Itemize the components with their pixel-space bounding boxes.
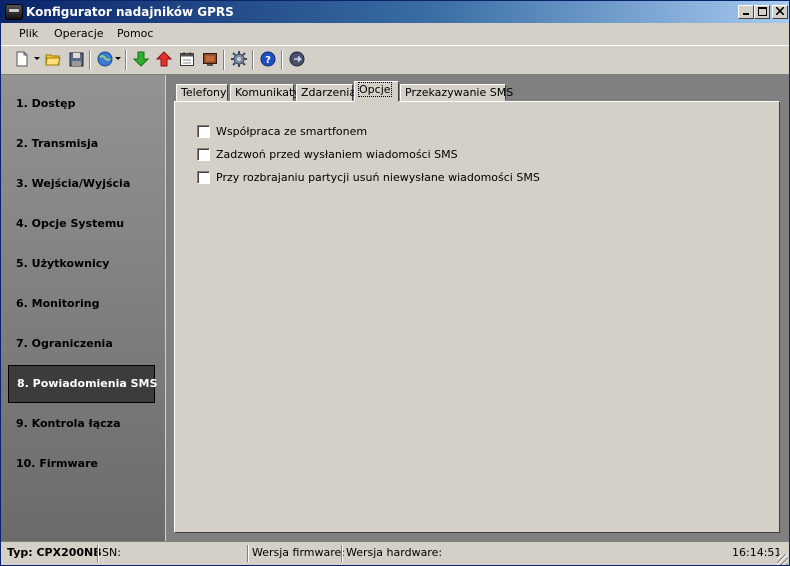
minimize-button[interactable] bbox=[738, 5, 754, 19]
option-label: Zadzwoń przed wysłaniem wiadomości SMS bbox=[216, 148, 458, 161]
status-divider bbox=[247, 545, 249, 562]
calendar-icon[interactable] bbox=[178, 50, 196, 68]
toolbar-separator bbox=[125, 50, 127, 70]
window-title: Konfigurator nadajników GPRS bbox=[26, 5, 234, 19]
tab-label: Telefony bbox=[181, 86, 227, 99]
clock: 16:14:51 bbox=[732, 546, 782, 559]
menu-bar: Plik Operacje Pomoc bbox=[1, 24, 789, 43]
minimize-icon bbox=[743, 13, 749, 15]
sidebar-item-uzytkownicy[interactable]: 5. Użytkownicy bbox=[8, 245, 155, 283]
toolbar-separator bbox=[89, 50, 91, 70]
sidebar-item-powiadomienia-sms[interactable]: 8. Powiadomienia SMS bbox=[8, 365, 157, 403]
sidebar-item-dostep[interactable]: 1. Dostęp bbox=[8, 85, 155, 123]
content-area: Telefony Komunikaty Zdarzenia Opcje Prze… bbox=[166, 75, 789, 541]
toolbar: ? bbox=[1, 45, 789, 75]
sidebar-item-kontrola-lacza[interactable]: 9. Kontrola łącza bbox=[8, 405, 155, 443]
sidebar-item-firmware[interactable]: 10. Firmware bbox=[8, 445, 155, 483]
toolbar-separator bbox=[252, 50, 254, 70]
tab-label: Komunikaty bbox=[235, 86, 300, 99]
tab-label: Zdarzenia bbox=[301, 86, 357, 99]
new-dropdown-arrow-icon[interactable] bbox=[34, 57, 40, 60]
option-label: Współpraca ze smartfonem bbox=[216, 125, 368, 138]
toolbar-separator bbox=[223, 50, 225, 70]
close-button[interactable] bbox=[772, 5, 788, 19]
option-label: Przy rozbrajaniu partycji usuń niewysłan… bbox=[216, 171, 540, 184]
tab-przekazywanie-sms[interactable]: Przekazywanie SMS bbox=[400, 84, 513, 101]
device-type: Typ: CPX200NB bbox=[7, 546, 102, 559]
checkbox[interactable] bbox=[197, 171, 210, 184]
open-folder-icon[interactable] bbox=[44, 50, 62, 68]
tab-label: Przekazywanie SMS bbox=[405, 86, 514, 99]
exit-icon[interactable] bbox=[288, 50, 306, 68]
sidebar-item-transmisja[interactable]: 2. Transmisja bbox=[8, 125, 155, 163]
hardware-version: Wersja hardware: bbox=[346, 546, 443, 559]
checkbox[interactable] bbox=[197, 125, 210, 138]
download-arrow-icon[interactable] bbox=[132, 50, 150, 68]
checkbox[interactable] bbox=[197, 148, 210, 161]
upload-arrow-icon[interactable] bbox=[155, 50, 173, 68]
tab-label: Opcje bbox=[358, 82, 392, 97]
tab-zdarzenia[interactable]: Zdarzenia bbox=[296, 84, 357, 101]
sidebar-item-wejscia-wyjscia[interactable]: 3. Wejścia/Wyjścia bbox=[8, 165, 155, 203]
firmware-version: Wersja firmware: bbox=[252, 546, 346, 559]
app-window: Konfigurator nadajników GPRS Plik Operac… bbox=[0, 0, 790, 566]
toolbar-separator bbox=[281, 50, 283, 70]
status-divider bbox=[97, 545, 99, 562]
globe-dropdown-arrow-icon[interactable] bbox=[115, 57, 121, 60]
sidebar-item-ograniczenia[interactable]: 7. Ograniczenia bbox=[8, 325, 155, 363]
new-file-icon[interactable] bbox=[13, 50, 31, 68]
tab-opcje[interactable]: Opcje bbox=[354, 81, 399, 102]
app-icon bbox=[5, 4, 23, 20]
menu-pomoc[interactable]: Pomoc bbox=[117, 27, 153, 40]
monitor-icon[interactable] bbox=[201, 50, 219, 68]
sidebar-item-monitoring[interactable]: 6. Monitoring bbox=[8, 285, 155, 323]
close-icon bbox=[776, 7, 784, 15]
menu-plik[interactable]: Plik bbox=[19, 27, 38, 40]
globe-connect-icon[interactable] bbox=[96, 50, 114, 68]
tab-komunikaty[interactable]: Komunikaty bbox=[230, 84, 300, 101]
help-icon[interactable]: ? bbox=[259, 50, 277, 68]
menu-operacje[interactable]: Operacje bbox=[54, 27, 104, 40]
sidebar-nav: 1. Dostęp 2. Transmisja 3. Wejścia/Wyjśc… bbox=[1, 75, 165, 541]
status-bar: Typ: CPX200NB SN: Wersja firmware: Wersj… bbox=[1, 541, 789, 565]
settings-gear-icon[interactable] bbox=[230, 50, 248, 68]
options-panel: Współpraca ze smartfonem Zadzwoń przed w… bbox=[174, 101, 780, 533]
serial-number: SN: bbox=[102, 546, 121, 559]
title-bar[interactable]: Konfigurator nadajników GPRS bbox=[1, 1, 789, 23]
tab-telefony[interactable]: Telefony bbox=[176, 84, 228, 101]
save-disk-icon[interactable] bbox=[67, 50, 85, 68]
maximize-button[interactable] bbox=[754, 5, 770, 19]
maximize-icon bbox=[757, 7, 767, 16]
svg-text:?: ? bbox=[265, 55, 271, 66]
resize-grip-icon[interactable] bbox=[777, 554, 788, 565]
status-divider bbox=[341, 545, 343, 562]
sidebar-item-opcje-systemu[interactable]: 4. Opcje Systemu bbox=[8, 205, 155, 243]
